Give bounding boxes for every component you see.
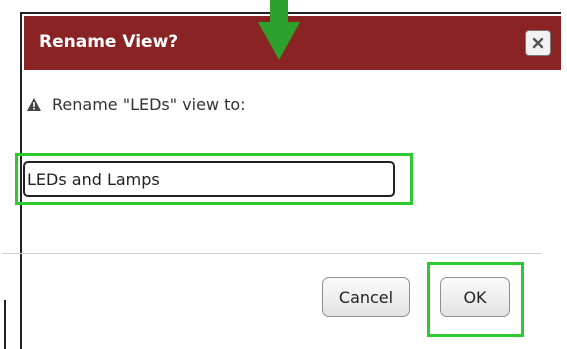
background-window-edge — [4, 300, 6, 349]
close-icon — [532, 37, 544, 49]
dialog-message: Rename "LEDs" view to: — [26, 95, 246, 114]
footer-divider — [2, 253, 541, 254]
close-button[interactable] — [525, 30, 551, 56]
dialog-title: Rename View? — [39, 32, 179, 52]
ok-button[interactable]: OK — [440, 277, 510, 317]
down-arrow-icon — [248, 0, 310, 62]
screenshot-page: Rename View? Rename "LEDs" view to: Canc… — [0, 0, 567, 349]
view-name-input[interactable] — [23, 161, 395, 197]
warning-icon — [26, 97, 42, 112]
cancel-button[interactable]: Cancel — [322, 277, 410, 317]
message-text: Rename "LEDs" view to: — [52, 95, 246, 114]
